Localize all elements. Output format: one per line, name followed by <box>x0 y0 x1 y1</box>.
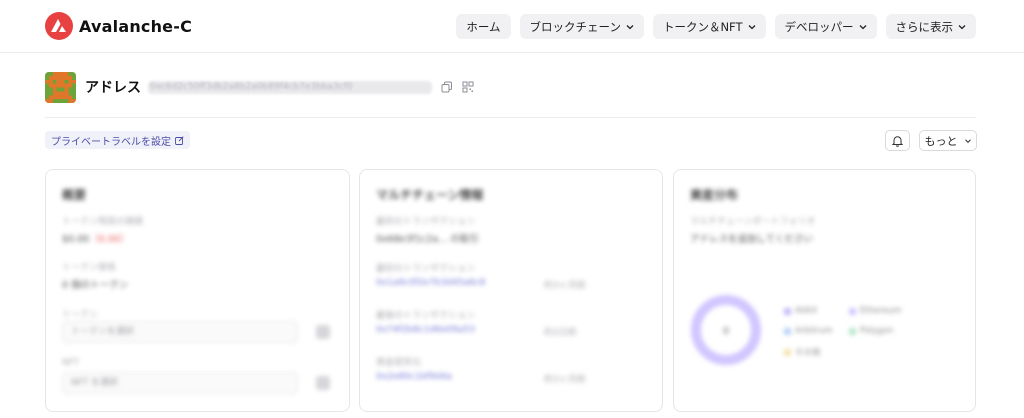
multichain-info-card: マルチチェーン情報 最初のトランザクション 0x68e3f1c2a... の取引… <box>359 169 663 412</box>
funded-by-time: 約3ヶ月前 <box>544 375 586 385</box>
overview-row-value-wrap: $0.00（0.00） <box>62 231 129 245</box>
set-private-label-button[interactable]: プライベートラベルを設定 <box>45 131 190 149</box>
set-private-label-text: プライベートラベルを設定 <box>51 136 171 148</box>
token-select-label: トークン <box>62 310 99 320</box>
notification-button[interactable] <box>885 130 910 151</box>
legend-item: Arbitrum <box>784 326 833 336</box>
funded-by-link[interactable]: 0x2e80c1bf9d4a <box>376 372 452 382</box>
token-action-icon[interactable] <box>316 325 330 339</box>
nav-blockchain-label: ブロックチェーン <box>529 19 621 34</box>
first-tx-time: 約3ヶ月前 <box>544 281 586 291</box>
chevron-down-icon <box>626 24 634 29</box>
token-value: $0.00 <box>62 234 90 245</box>
first-tx-label: 最初のトランザクション <box>376 264 476 274</box>
token-select[interactable]: トークンを選択 <box>62 321 298 343</box>
nav-home[interactable]: ホーム <box>456 14 511 39</box>
edit-icon <box>175 135 184 145</box>
portfolio-title: 資産分布 <box>690 188 739 202</box>
nav-home-label: ホーム <box>466 19 501 34</box>
address-hash: 0xc6d2c50ff3db2a8b2a0b89f4cb7e3bba3cf0 <box>148 80 432 94</box>
nft-select-label: NFT <box>62 358 80 368</box>
last-tx-time: 約2日前 <box>544 328 577 338</box>
nav-blockchain[interactable]: ブロックチェーン <box>519 14 644 39</box>
brand[interactable]: Avalanche-C <box>45 12 192 40</box>
overview-card: 概要 トークン残高の価値 $0.00（0.00） トークン保有 0 個のトークン… <box>45 169 350 412</box>
activity-row-value: 0x68e3f1c2a... の取引 <box>376 234 479 245</box>
overview-row-label: トークン残高の価値 <box>62 217 144 227</box>
chevron-down-icon <box>964 138 971 143</box>
donut-center-value: 0 <box>723 326 729 337</box>
chevron-down-icon <box>859 24 866 29</box>
portfolio-donut: 0 <box>691 295 761 365</box>
overview-card-content: 概要 トークン残高の価値 $0.00（0.00） トークン保有 0 個のトークン… <box>46 170 349 411</box>
brand-name: Avalanche-C <box>79 16 193 36</box>
top-navbar: Avalanche-C ホーム ブロックチェーン トークン＆NFT デベロッパー… <box>0 0 1024 53</box>
legend-swatch <box>784 348 791 356</box>
address-header: アドレス 0xc6d2c50ff3db2a8b2a0b89f4cb7e3bba3… <box>45 71 474 103</box>
legend-item: Polygon <box>849 326 893 336</box>
address-avatar <box>45 71 76 103</box>
address-label: アドレス <box>85 80 141 96</box>
legend-item: Ethereum <box>849 306 902 316</box>
legend-swatch <box>849 307 856 315</box>
legend-swatch <box>784 307 791 315</box>
section-divider <box>45 117 976 118</box>
nav-tokens[interactable]: トークン＆NFT <box>652 14 766 39</box>
token-value-change: （0.00） <box>89 234 130 245</box>
legend-label: Arbitrum <box>795 326 833 336</box>
nav-more-label: さらに表示 <box>895 19 954 34</box>
avalanche-logo-icon <box>45 12 73 40</box>
portfolio-card: 資産分布 マルチチェーンポートフォリオ アドレスを追加してください 0 AVAX… <box>673 169 976 412</box>
copy-icon[interactable] <box>441 81 453 93</box>
funded-by-label: 資金提供元 <box>376 358 422 368</box>
chevron-down-icon <box>958 24 966 29</box>
qr-code-icon[interactable] <box>462 81 474 93</box>
nav-tokens-label: トークン＆NFT <box>662 19 743 34</box>
legend-label: Polygon <box>860 326 894 336</box>
more-menu-label: もっと <box>924 134 958 148</box>
nav-developers-label: デベロッパー <box>784 19 854 34</box>
nft-select[interactable]: NFT を選択 <box>62 372 298 394</box>
main-nav: ホーム ブロックチェーン トークン＆NFT デベロッパー さらに表示 <box>456 14 976 39</box>
multichain-card-content: マルチチェーン情報 最初のトランザクション 0x68e3f1c2a... の取引… <box>360 170 662 411</box>
legend-label: AVAX <box>795 306 818 316</box>
activity-row-label: 最初のトランザクション <box>376 217 476 227</box>
nav-developers[interactable]: デベロッパー <box>774 14 877 39</box>
chevron-down-icon <box>748 24 755 29</box>
portfolio-row-label: マルチチェーンポートフォリオ <box>690 217 816 227</box>
overview-title: 概要 <box>62 188 87 202</box>
legend-item: その他 <box>784 346 821 358</box>
token-holdings-value: 0 個のトークン <box>62 280 129 291</box>
legend-swatch <box>784 327 791 335</box>
last-tx-link[interactable]: 0x74f2b8c1d6e09a53 <box>376 325 475 335</box>
portfolio-card-content: 資産分布 マルチチェーンポートフォリオ アドレスを追加してください 0 AVAX… <box>674 170 975 411</box>
legend-item: AVAX <box>784 306 817 316</box>
nft-action-icon[interactable] <box>316 376 330 390</box>
last-tx-label: 最後のトランザクション <box>376 311 476 321</box>
portfolio-row-value: アドレスを追加してください <box>690 234 813 245</box>
multichain-title: マルチチェーン情報 <box>376 188 484 202</box>
legend-label: Ethereum <box>860 306 902 316</box>
more-menu-button[interactable]: もっと <box>919 130 977 151</box>
legend-swatch <box>849 327 856 335</box>
first-tx-link[interactable]: 0x1a9c0f2e7b3d45a6c8 <box>376 278 485 288</box>
legend-label: その他 <box>795 348 821 358</box>
overview-row-label: トークン保有 <box>62 263 117 273</box>
nav-more[interactable]: さらに表示 <box>885 14 976 39</box>
bell-icon <box>892 135 903 147</box>
